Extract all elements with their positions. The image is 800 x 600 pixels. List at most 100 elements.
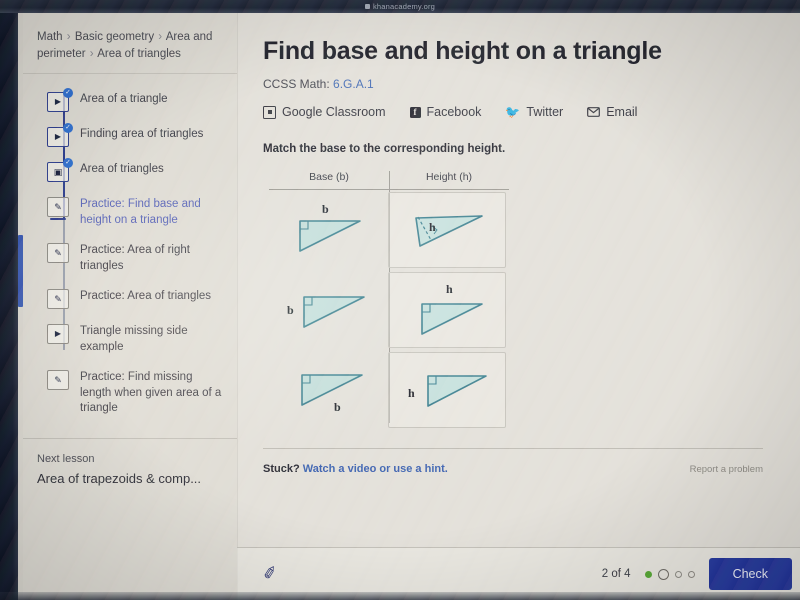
share-label: Email: [606, 105, 638, 119]
lesson-list: ▶ ✓ Area of a triangle ▶ ✓ Finding area …: [23, 74, 237, 428]
share-twitter-button[interactable]: 🐦 Twitter: [505, 105, 563, 119]
page-title: Find base and height on a triangle: [263, 37, 662, 65]
sidebar-item-practice-area-of-triangles[interactable]: ✎ Practice: Area of triangles: [23, 281, 237, 316]
watch-video-or-hint-link[interactable]: Watch a video or use a hint.: [303, 463, 448, 475]
column-header-height: Height (h): [425, 171, 473, 183]
ccss-standard: CCSS Math: 6.G.A.1: [237, 66, 800, 91]
breadcrumb-separator: ›: [158, 31, 163, 43]
height-cell-2[interactable]: h: [388, 272, 506, 348]
share-label: Google Classroom: [282, 105, 386, 119]
breadcrumb: Math › Basic geometry › Area and perimet…: [23, 13, 237, 74]
progress-dot-4: [687, 570, 695, 578]
table-row: b h: [269, 270, 509, 350]
height-label: h: [446, 282, 453, 296]
match-table: Base (b) Height (h) b h b h b h: [269, 171, 509, 430]
ccss-code[interactable]: 6.G.A.1: [333, 77, 374, 91]
article-icon: ▣ ✓: [47, 158, 73, 182]
sidebar-item-label: Practice: Area of triangles: [80, 290, 212, 302]
url-text: khanacademy.org: [372, 2, 436, 11]
height-cell-3[interactable]: h: [388, 352, 506, 428]
bottom-bar-right: 2 of 4 Check: [602, 558, 800, 590]
base-cell-1[interactable]: b: [269, 190, 385, 268]
google-classroom-icon: [263, 105, 276, 119]
share-label: Twitter: [526, 105, 564, 119]
sidebar-item-label: Practice: Find missing length when given…: [80, 371, 222, 414]
video-play-icon: ▶ ✓: [47, 88, 73, 112]
progress-dots: [644, 568, 695, 580]
pencil-icon: ✎: [47, 370, 69, 390]
sidebar: Math › Basic geometry › Area and perimet…: [23, 13, 238, 600]
triangle-figure: h: [404, 364, 490, 416]
breadcrumb-item-basic-geometry[interactable]: Basic geometry: [75, 31, 154, 43]
pencil-icon: ✎: [47, 243, 69, 263]
base-label: b: [322, 202, 329, 216]
share-row: Google Classroom f Facebook 🐦 Twitter Em…: [237, 91, 800, 119]
progress-dot-1: [644, 570, 652, 578]
sidebar-item-practice-find-missing-length[interactable]: ✎ Practice: Find missing length when giv…: [23, 362, 237, 424]
share-facebook-button[interactable]: f Facebook: [409, 105, 482, 119]
sidebar-item-area-of-triangles[interactable]: ▣ ✓ Area of triangles: [23, 154, 237, 189]
sidebar-item-practice-area-of-right-triangles[interactable]: ✎ Practice: Area of right triangles: [23, 235, 237, 281]
check-button[interactable]: Check: [708, 558, 792, 590]
share-label: Facebook: [426, 105, 482, 119]
table-row: b h: [269, 190, 509, 270]
breadcrumb-item-math[interactable]: Math: [37, 31, 63, 43]
height-label: h: [408, 386, 415, 400]
progress-dot-3: [674, 570, 682, 578]
video-play-icon: ▶: [47, 324, 69, 344]
breadcrumb-separator: ›: [89, 48, 94, 60]
base-label: b: [334, 400, 341, 414]
triangle-figure: h: [404, 204, 490, 256]
sidebar-item-label: Practice: Find base and height on a tria…: [80, 198, 201, 226]
question-count: 2 of 4: [601, 568, 631, 580]
sidebar-item-triangle-missing-side-example[interactable]: ▶ Triangle missing side example: [23, 316, 237, 362]
height-cell-1[interactable]: h: [388, 192, 506, 268]
triangle-figure: h: [404, 282, 490, 336]
breadcrumb-separator: ›: [66, 31, 71, 43]
browser-url-bar[interactable]: khanacademy.org: [0, 0, 800, 13]
sidebar-item-practice-find-base-and-height[interactable]: ✎ Practice: Find base and height on a tr…: [23, 189, 237, 235]
stuck-prefix: Stuck?: [263, 463, 300, 475]
lock-icon: [364, 4, 370, 9]
check-icon: ✓: [63, 158, 73, 168]
sidebar-item-label: Practice: Area of right triangles: [80, 244, 190, 272]
exercise-footer: Stuck? Watch a video or use a hint. Repo…: [263, 448, 763, 475]
exercise-area: Match the base to the corresponding heig…: [263, 143, 763, 430]
next-lesson-title[interactable]: Area of trapezoids & comp...: [37, 471, 223, 486]
sidebar-item-label: Area of a triangle: [80, 93, 168, 105]
breadcrumb-item-area-of-triangles[interactable]: Area of triangles: [97, 48, 181, 60]
base-cell-2[interactable]: b: [269, 270, 385, 348]
triangle-figure: b: [284, 363, 370, 415]
sidebar-item-area-of-a-triangle[interactable]: ▶ ✓ Area of a triangle: [23, 84, 237, 119]
report-a-problem-link[interactable]: Report a problem: [690, 464, 763, 475]
sidebar-item-label: Area of triangles: [80, 163, 164, 175]
base-label: b: [287, 303, 294, 317]
table-row: b h: [269, 350, 509, 430]
url-display[interactable]: khanacademy.org: [364, 2, 436, 11]
exercise-prompt: Match the base to the corresponding heig…: [263, 143, 506, 155]
triangle-figure: b: [284, 202, 370, 255]
screen-bezel-bottom: [0, 592, 800, 600]
facebook-icon: f: [409, 106, 421, 118]
stuck-hint: Stuck? Watch a video or use a hint.: [263, 463, 448, 475]
khan-academy-page: Math › Basic geometry › Area and perimet…: [18, 13, 800, 600]
next-lesson-section[interactable]: Next lesson Area of trapezoids & comp...: [23, 439, 237, 486]
twitter-icon: 🐦: [505, 105, 521, 119]
sidebar-item-finding-area-of-triangles[interactable]: ▶ ✓ Finding area of triangles: [23, 119, 237, 154]
video-play-icon: ▶ ✓: [47, 123, 73, 147]
pencil-icon: ✎: [47, 197, 69, 220]
column-header-base: Base (b): [309, 171, 349, 183]
share-email-button[interactable]: Email: [587, 105, 637, 119]
scratchpad-pencil-icon[interactable]: ✐: [261, 563, 279, 586]
triangle-figure: b: [284, 283, 370, 335]
active-indicator: [50, 217, 66, 220]
screen-bezel-left: [0, 13, 18, 600]
height-label: h: [429, 220, 436, 234]
sidebar-item-label: Finding area of triangles: [80, 128, 204, 140]
progress-dot-2: [657, 568, 669, 580]
check-icon: ✓: [63, 88, 73, 98]
ccss-label: CCSS Math:: [263, 77, 330, 91]
base-cell-3[interactable]: b: [269, 350, 385, 428]
share-google-classroom-button[interactable]: Google Classroom: [263, 105, 386, 119]
main-content: Find base and height on a triangle CCSS …: [237, 13, 800, 600]
